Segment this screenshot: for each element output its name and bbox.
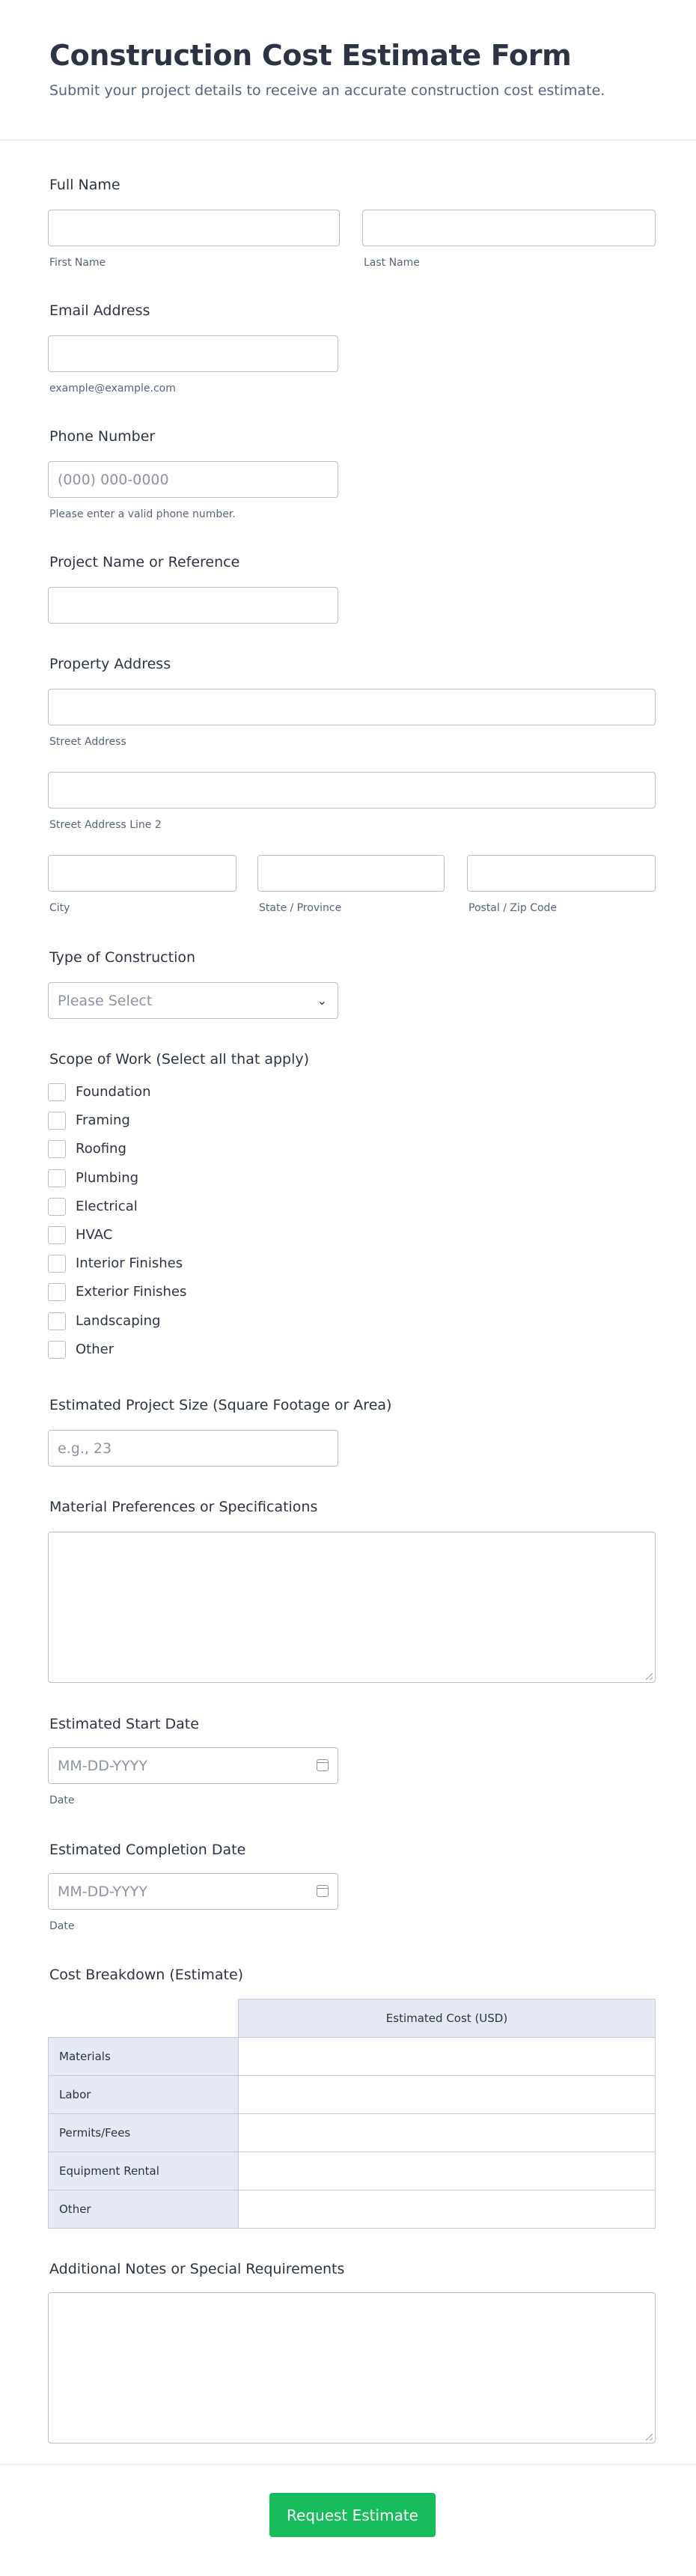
email-label: Email Address (49, 302, 150, 319)
scope-option-label: Interior Finishes (76, 1255, 183, 1272)
matrix-row-label: Other (48, 2190, 239, 2229)
cost-input-cell[interactable] (238, 2037, 656, 2076)
start-date-placeholder: MM-DD-YYYY (58, 1758, 147, 1774)
notes-label: Additional Notes or Special Requirements (49, 2261, 345, 2277)
start-date-input[interactable]: MM-DD-YYYY (48, 1747, 338, 1784)
scope-checkbox[interactable] (48, 1340, 66, 1359)
scope-option-label: Framing (76, 1112, 130, 1129)
postal-code-input[interactable] (467, 855, 656, 892)
street-address-input[interactable] (48, 689, 656, 725)
form-subtitle: Submit your project details to receive a… (49, 82, 605, 99)
calendar-icon[interactable] (317, 1885, 329, 1897)
project-size-placeholder: e.g., 23 (58, 1440, 112, 1457)
matrix-row-label: Labor (48, 2075, 239, 2114)
scope-option-label: Landscaping (76, 1312, 161, 1329)
scope-option-label: Foundation (76, 1084, 151, 1100)
cost-breakdown-label: Cost Breakdown (Estimate) (49, 1967, 244, 1983)
last-name-input[interactable] (362, 210, 656, 246)
materials-label: Material Preferences or Specifications (49, 1499, 318, 1515)
scope-option-label: Roofing (76, 1141, 126, 1157)
phone-sublabel: Please enter a valid phone number. (49, 508, 236, 520)
form-title: Construction Cost Estimate Form (49, 39, 572, 72)
cost-input-cell[interactable] (238, 2152, 656, 2190)
scope-label: Scope of Work (Select all that apply) (49, 1051, 310, 1068)
project-size-input[interactable]: e.g., 23 (48, 1430, 338, 1467)
table-row: Equipment Rental (48, 2152, 656, 2190)
project-name-label: Project Name or Reference (49, 554, 240, 570)
footer-divider (0, 2464, 696, 2465)
cost-input-cell[interactable] (238, 2190, 656, 2229)
postal-code-sublabel: Postal / Zip Code (468, 902, 558, 914)
materials-textarea[interactable] (48, 1532, 656, 1683)
scope-checkbox[interactable] (48, 1083, 66, 1101)
street-address-sublabel: Street Address (49, 736, 126, 748)
matrix-row-label: Permits/Fees (48, 2113, 239, 2152)
matrix-column-header: Estimated Cost (USD) (238, 1999, 656, 2038)
scope-checkbox[interactable] (48, 1169, 66, 1187)
resize-handle-icon[interactable] (646, 1673, 653, 1680)
scope-checkbox[interactable] (48, 1255, 66, 1273)
project-name-input[interactable] (48, 587, 338, 624)
state-sublabel: State / Province (259, 902, 342, 914)
scope-checkbox[interactable] (48, 1283, 66, 1302)
phone-input[interactable]: (000) 000-0000 (48, 461, 338, 498)
completion-date-label: Estimated Completion Date (49, 1842, 246, 1858)
scope-checkbox[interactable] (48, 1197, 66, 1216)
table-row: Labor (48, 2075, 656, 2114)
scope-option-label: Plumbing (76, 1169, 139, 1186)
scope-checkbox[interactable] (48, 1226, 66, 1244)
notes-textarea[interactable] (48, 2292, 656, 2443)
chevron-down-icon: ⌄ (317, 993, 327, 1008)
address-label: Property Address (49, 656, 171, 672)
state-input[interactable] (257, 855, 445, 892)
matrix-row-label: Equipment Rental (48, 2152, 239, 2190)
cost-breakdown-table: Estimated Cost (USD) Materials Labor Permi… (48, 1999, 656, 2229)
email-input[interactable] (48, 335, 338, 372)
start-date-sublabel: Date (49, 1794, 75, 1806)
matrix-row-label: Materials (48, 2037, 239, 2076)
matrix-corner (48, 1999, 239, 2038)
construction-type-label: Type of Construction (49, 949, 196, 966)
street-address-line2-input[interactable] (48, 772, 656, 809)
scope-option-label: Other (76, 1341, 115, 1357)
completion-date-placeholder: MM-DD-YYYY (58, 1884, 147, 1900)
form-header: Construction Cost Estimate Form Submit y… (0, 0, 696, 141)
request-estimate-button[interactable]: Request Estimate (269, 2493, 436, 2537)
first-name-sublabel: First Name (49, 257, 106, 269)
scope-checkbox[interactable] (48, 1312, 66, 1330)
phone-placeholder: (000) 000-0000 (58, 472, 169, 488)
start-date-label: Estimated Start Date (49, 1716, 199, 1732)
city-sublabel: City (49, 902, 70, 914)
completion-date-sublabel: Date (49, 1920, 75, 1932)
scope-checkbox[interactable] (48, 1112, 66, 1130)
calendar-icon[interactable] (317, 1759, 329, 1771)
table-row: Permits/Fees (48, 2113, 656, 2152)
email-sublabel: example@example.com (49, 383, 176, 395)
city-input[interactable] (48, 855, 236, 892)
construction-type-selected: Please Select (58, 993, 153, 1009)
table-row: Materials (48, 2037, 656, 2076)
street-address-line2-sublabel: Street Address Line 2 (49, 819, 162, 831)
scope-option-label: Electrical (76, 1198, 138, 1214)
table-row: Other (48, 2190, 656, 2229)
resize-handle-icon[interactable] (646, 2434, 653, 2440)
scope-option-label: HVAC (76, 1227, 113, 1243)
construction-type-select[interactable]: Please Select ⌄ (48, 982, 338, 1019)
scope-checkbox[interactable] (48, 1140, 66, 1159)
phone-label: Phone Number (49, 428, 156, 445)
scope-option-label: Exterior Finishes (76, 1284, 187, 1300)
full-name-label: Full Name (49, 177, 120, 193)
last-name-sublabel: Last Name (364, 257, 420, 269)
project-size-label: Estimated Project Size (Square Footage o… (49, 1397, 392, 1413)
completion-date-input[interactable]: MM-DD-YYYY (48, 1873, 338, 1910)
first-name-input[interactable] (48, 210, 340, 246)
cost-input-cell[interactable] (238, 2113, 656, 2152)
cost-input-cell[interactable] (238, 2075, 656, 2114)
